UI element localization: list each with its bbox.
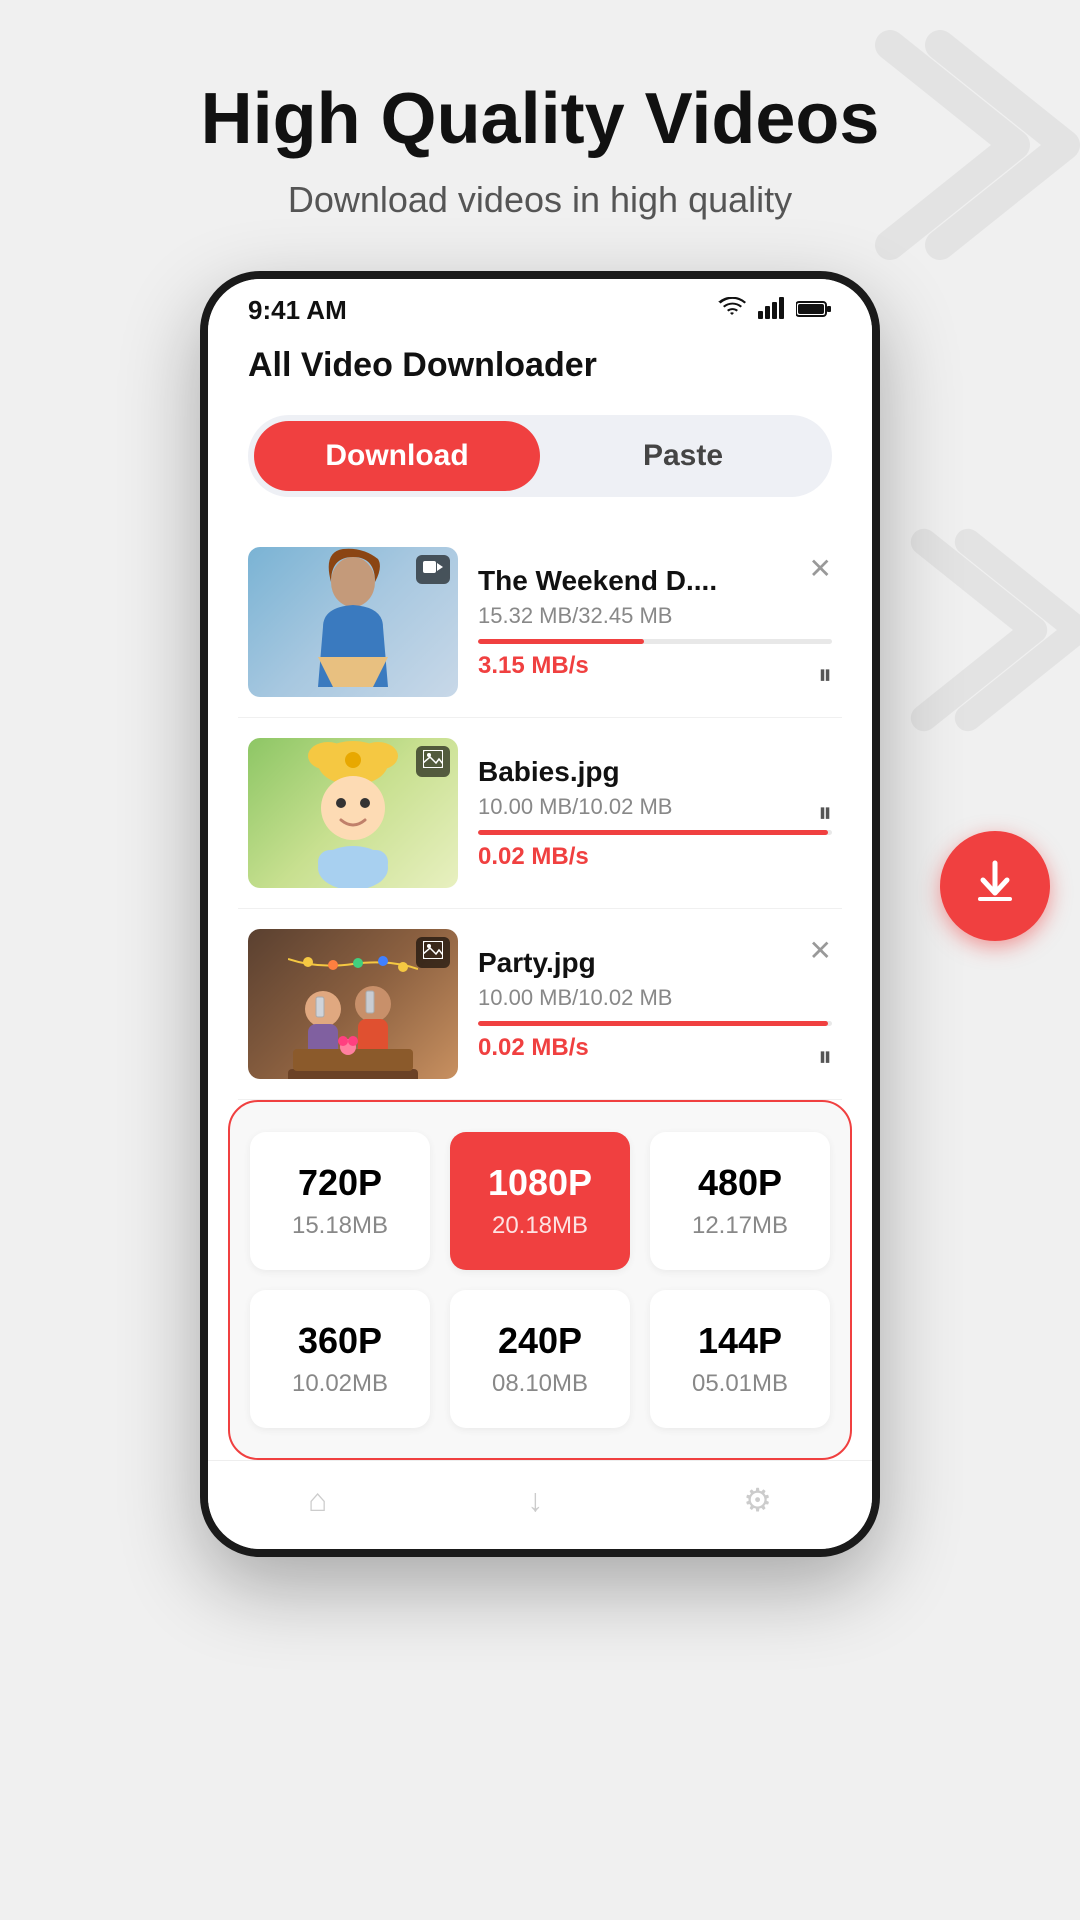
video-badge [416,555,450,584]
quality-grid: 720P 15.18MB 1080P 20.18MB 480P 12.17MB … [250,1132,830,1428]
quality-res-144p: 144P [660,1320,820,1362]
quality-card-1080p[interactable]: 1080P 20.18MB [450,1132,630,1270]
thumbnail-3 [248,929,458,1079]
item-size-3: 10.00 MB/10.02 MB [478,985,832,1011]
quality-size-240p: 08.10MB [460,1370,620,1398]
app-title: All Video Downloader [248,346,832,385]
progress-bar-fill-2 [478,830,828,835]
download-item-3: Party.jpg 10.00 MB/10.02 MB 0.02 MB/s ✕ … [238,909,842,1100]
quality-size-360p: 10.02MB [260,1370,420,1398]
status-icons [718,297,832,325]
quality-card-480p[interactable]: 480P 12.17MB [650,1132,830,1270]
phone-container: 9:41 AM [0,271,1080,1557]
quality-size-720p: 15.18MB [260,1212,420,1240]
item-speed-1: 3.15 MB/s [478,652,832,680]
thumbnail-2 [248,738,458,888]
item-pause-btn-2[interactable]: ⏸ [818,778,832,848]
tab-container: Download Paste [248,415,832,497]
quality-size-480p: 12.17MB [660,1212,820,1240]
item-size-1: 15.32 MB/32.45 MB [478,603,832,629]
item-pause-btn-3[interactable]: ⏸ [818,1041,832,1074]
fab-download-icon [970,855,1020,917]
party-icon [288,929,418,1079]
battery-icon [796,298,832,324]
item-close-btn-3[interactable]: ✕ [809,934,832,967]
downloads-icon[interactable]: ↓ [527,1482,543,1519]
download-list: The Weekend D.... 15.32 MB/32.45 MB 3.15… [208,527,872,1100]
fab-download-button[interactable] [940,831,1050,941]
person-silhouette-icon [293,547,413,697]
item-name-2: Babies.jpg [478,756,832,788]
tab-download[interactable]: Download [254,421,540,491]
item-details-1: The Weekend D.... 15.32 MB/32.45 MB 3.15… [478,565,832,680]
quality-size-1080p: 20.18MB [460,1212,620,1240]
quality-card-240p[interactable]: 240P 08.10MB [450,1290,630,1428]
status-time: 9:41 AM [248,295,347,326]
item-details-3: Party.jpg 10.00 MB/10.02 MB 0.02 MB/s [478,947,832,1062]
item-name-1: The Weekend D.... [478,565,832,597]
quality-panel: 720P 15.18MB 1080P 20.18MB 480P 12.17MB … [228,1100,852,1460]
image-badge-3 [416,937,450,968]
phone-frame: 9:41 AM [200,271,880,1557]
item-speed-3: 0.02 MB/s [478,1034,832,1062]
signal-icon [758,297,784,325]
quality-res-1080p: 1080P [460,1162,620,1204]
quality-res-240p: 240P [460,1320,620,1362]
progress-bar-bg-3 [478,1021,832,1026]
quality-card-360p[interactable]: 360P 10.02MB [250,1290,430,1428]
progress-bar-bg-2 [478,830,832,835]
tab-paste[interactable]: Paste [540,421,826,491]
item-name-3: Party.jpg [478,947,832,979]
baby-icon [288,738,418,888]
page-title: High Quality Videos [60,80,1020,159]
thumbnail-1 [248,547,458,697]
download-item: The Weekend D.... 15.32 MB/32.45 MB 3.15… [238,527,842,718]
app-header: All Video Downloader [208,336,872,405]
header-section: High Quality Videos Download videos in h… [0,0,1080,271]
quality-card-720p[interactable]: 720P 15.18MB [250,1132,430,1270]
item-details-2: Babies.jpg 10.00 MB/10.02 MB 0.02 MB/s [478,756,832,871]
quality-res-720p: 720P [260,1162,420,1204]
download-item-2: Babies.jpg 10.00 MB/10.02 MB 0.02 MB/s ⏸ [238,718,842,909]
quality-res-360p: 360P [260,1320,420,1362]
status-bar: 9:41 AM [208,279,872,336]
progress-bar-bg-1 [478,639,832,644]
quality-card-144p[interactable]: 144P 05.01MB [650,1290,830,1428]
image-badge-2 [416,746,450,777]
settings-icon[interactable]: ⚙ [743,1481,772,1519]
quality-res-480p: 480P [660,1162,820,1204]
home-icon[interactable]: ⌂ [308,1482,327,1519]
wifi-icon [718,297,746,325]
item-pause-btn-1[interactable]: ⏸ [818,659,832,692]
item-size-2: 10.00 MB/10.02 MB [478,794,832,820]
progress-bar-fill-3 [478,1021,828,1026]
progress-bar-fill-1 [478,639,644,644]
item-speed-2: 0.02 MB/s [478,843,832,871]
bottom-navigation: ⌂ ↓ ⚙ [208,1460,872,1549]
quality-size-144p: 05.01MB [660,1370,820,1398]
item-close-btn-1[interactable]: ✕ [809,552,832,585]
page-subtitle: Download videos in high quality [60,179,1020,221]
